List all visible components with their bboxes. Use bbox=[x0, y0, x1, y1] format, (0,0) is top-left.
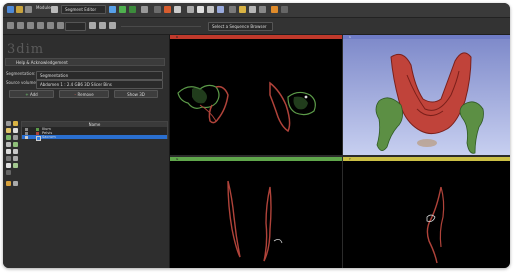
back-icon[interactable] bbox=[109, 6, 116, 13]
remove-segment-button[interactable]: – Remove bbox=[59, 90, 109, 98]
redo-icon[interactable] bbox=[13, 181, 18, 186]
segmentation-label: Segmentation: bbox=[6, 71, 36, 76]
first-frame-icon[interactable] bbox=[7, 22, 14, 29]
dcm-icon[interactable] bbox=[16, 6, 23, 13]
mouse-mode-icon[interactable] bbox=[187, 6, 194, 13]
dcm-browser-icon[interactable] bbox=[164, 6, 171, 13]
data-icon[interactable] bbox=[7, 6, 14, 13]
paint-tool-icon[interactable] bbox=[13, 121, 18, 126]
red-slice-image bbox=[177, 81, 316, 133]
more-icon[interactable] bbox=[281, 6, 288, 13]
3d-render bbox=[375, 52, 484, 154]
main-toolbar: Modules: Segment Editor bbox=[3, 3, 510, 18]
mask-volume-icon[interactable] bbox=[6, 170, 11, 175]
settings-icon[interactable] bbox=[271, 6, 278, 13]
last-frame-icon[interactable] bbox=[57, 22, 64, 29]
segmentation-selector[interactable]: Segmentation bbox=[36, 71, 163, 80]
module-selector[interactable]: Segment Editor bbox=[61, 5, 106, 14]
draw-tool-icon[interactable] bbox=[6, 128, 11, 133]
loop-icon[interactable] bbox=[89, 22, 96, 29]
slicer-logo: 3dim bbox=[7, 42, 45, 57]
show-3d-label: Show 3D bbox=[127, 92, 145, 97]
red-slice-view[interactable]: R bbox=[170, 35, 342, 155]
play-back-icon[interactable] bbox=[27, 22, 34, 29]
islands-icon[interactable] bbox=[6, 163, 11, 168]
threshold-icon[interactable] bbox=[13, 142, 18, 147]
add-button-label: Add bbox=[29, 92, 38, 97]
markup-point-icon[interactable] bbox=[197, 6, 204, 13]
smoothing-icon[interactable] bbox=[6, 156, 11, 161]
source-volume-label: Source volume: bbox=[6, 80, 38, 85]
help-acknowledgement-section[interactable]: Help & Acknowledgement bbox=[5, 58, 165, 66]
forward-icon[interactable] bbox=[119, 6, 126, 13]
fill-between-icon[interactable] bbox=[6, 142, 11, 147]
sequence-browser-selector[interactable]: Select a Sequence Browser bbox=[208, 22, 273, 31]
python-icon[interactable] bbox=[141, 6, 148, 13]
remove-icon: – bbox=[74, 92, 77, 97]
sequence-toolbar: Select a Sequence Browser bbox=[3, 18, 510, 35]
markup-line-icon[interactable] bbox=[207, 6, 214, 13]
scissors-icon[interactable] bbox=[13, 156, 18, 161]
show-3d-button[interactable]: Show 3D bbox=[114, 90, 158, 98]
segments-table: Name Ilium Pelvis Sacrum bbox=[21, 121, 168, 141]
window-level-icon[interactable] bbox=[249, 6, 256, 13]
undo-icon[interactable] bbox=[6, 181, 11, 186]
yellow-slice-view[interactable]: Y bbox=[343, 157, 510, 268]
record-icon[interactable] bbox=[99, 22, 106, 29]
source-volume-selector[interactable]: Abdomen 1 : 2.4 GB6 3D Slicer Bins bbox=[36, 80, 163, 89]
view-icon[interactable] bbox=[259, 6, 266, 13]
segment-row-selected[interactable]: Sacrum bbox=[22, 135, 167, 141]
visibility-eye-icon[interactable] bbox=[25, 135, 28, 139]
erase-tool-icon[interactable] bbox=[13, 128, 18, 133]
play-icon[interactable] bbox=[37, 22, 44, 29]
segment-color-swatch[interactable] bbox=[36, 135, 41, 141]
module-panel: 3dim Help & Acknowledgement Segmentation… bbox=[3, 35, 170, 268]
none-tool-icon[interactable] bbox=[6, 121, 11, 126]
crosshair-icon[interactable] bbox=[217, 6, 224, 13]
add-icon: + bbox=[25, 92, 29, 97]
segment-name: Sacrum bbox=[42, 135, 56, 139]
ruler-icon[interactable] bbox=[239, 6, 246, 13]
extension-icon[interactable] bbox=[129, 6, 136, 13]
add-segment-button[interactable]: + Add bbox=[9, 90, 54, 98]
layout-icon[interactable] bbox=[154, 6, 161, 13]
margin-icon[interactable] bbox=[6, 149, 11, 154]
green-slice-image bbox=[227, 180, 283, 262]
yellow-slice-image bbox=[426, 186, 445, 264]
prev-frame-icon[interactable] bbox=[17, 22, 24, 29]
module-search-icon[interactable] bbox=[51, 6, 58, 13]
next-frame-icon[interactable] bbox=[47, 22, 54, 29]
save-icon[interactable] bbox=[25, 6, 32, 13]
logical-ops-icon[interactable] bbox=[13, 163, 18, 168]
green-slice-view[interactable]: G bbox=[170, 157, 342, 268]
hollow-icon[interactable] bbox=[13, 149, 18, 154]
grow-seeds-icon[interactable] bbox=[13, 135, 18, 140]
screenshot-icon[interactable] bbox=[174, 6, 181, 13]
level-tracing-icon[interactable] bbox=[6, 135, 11, 140]
sync-icon[interactable] bbox=[109, 22, 116, 29]
3d-view[interactable]: 1 bbox=[343, 35, 510, 155]
slice-intersect-icon[interactable] bbox=[229, 6, 236, 13]
sequence-rate[interactable] bbox=[65, 22, 86, 31]
slicer-window: Modules: Segment Editor Select a Sequenc… bbox=[3, 3, 510, 268]
sequence-slider[interactable] bbox=[121, 26, 201, 27]
remove-button-label: Remove bbox=[77, 92, 94, 97]
